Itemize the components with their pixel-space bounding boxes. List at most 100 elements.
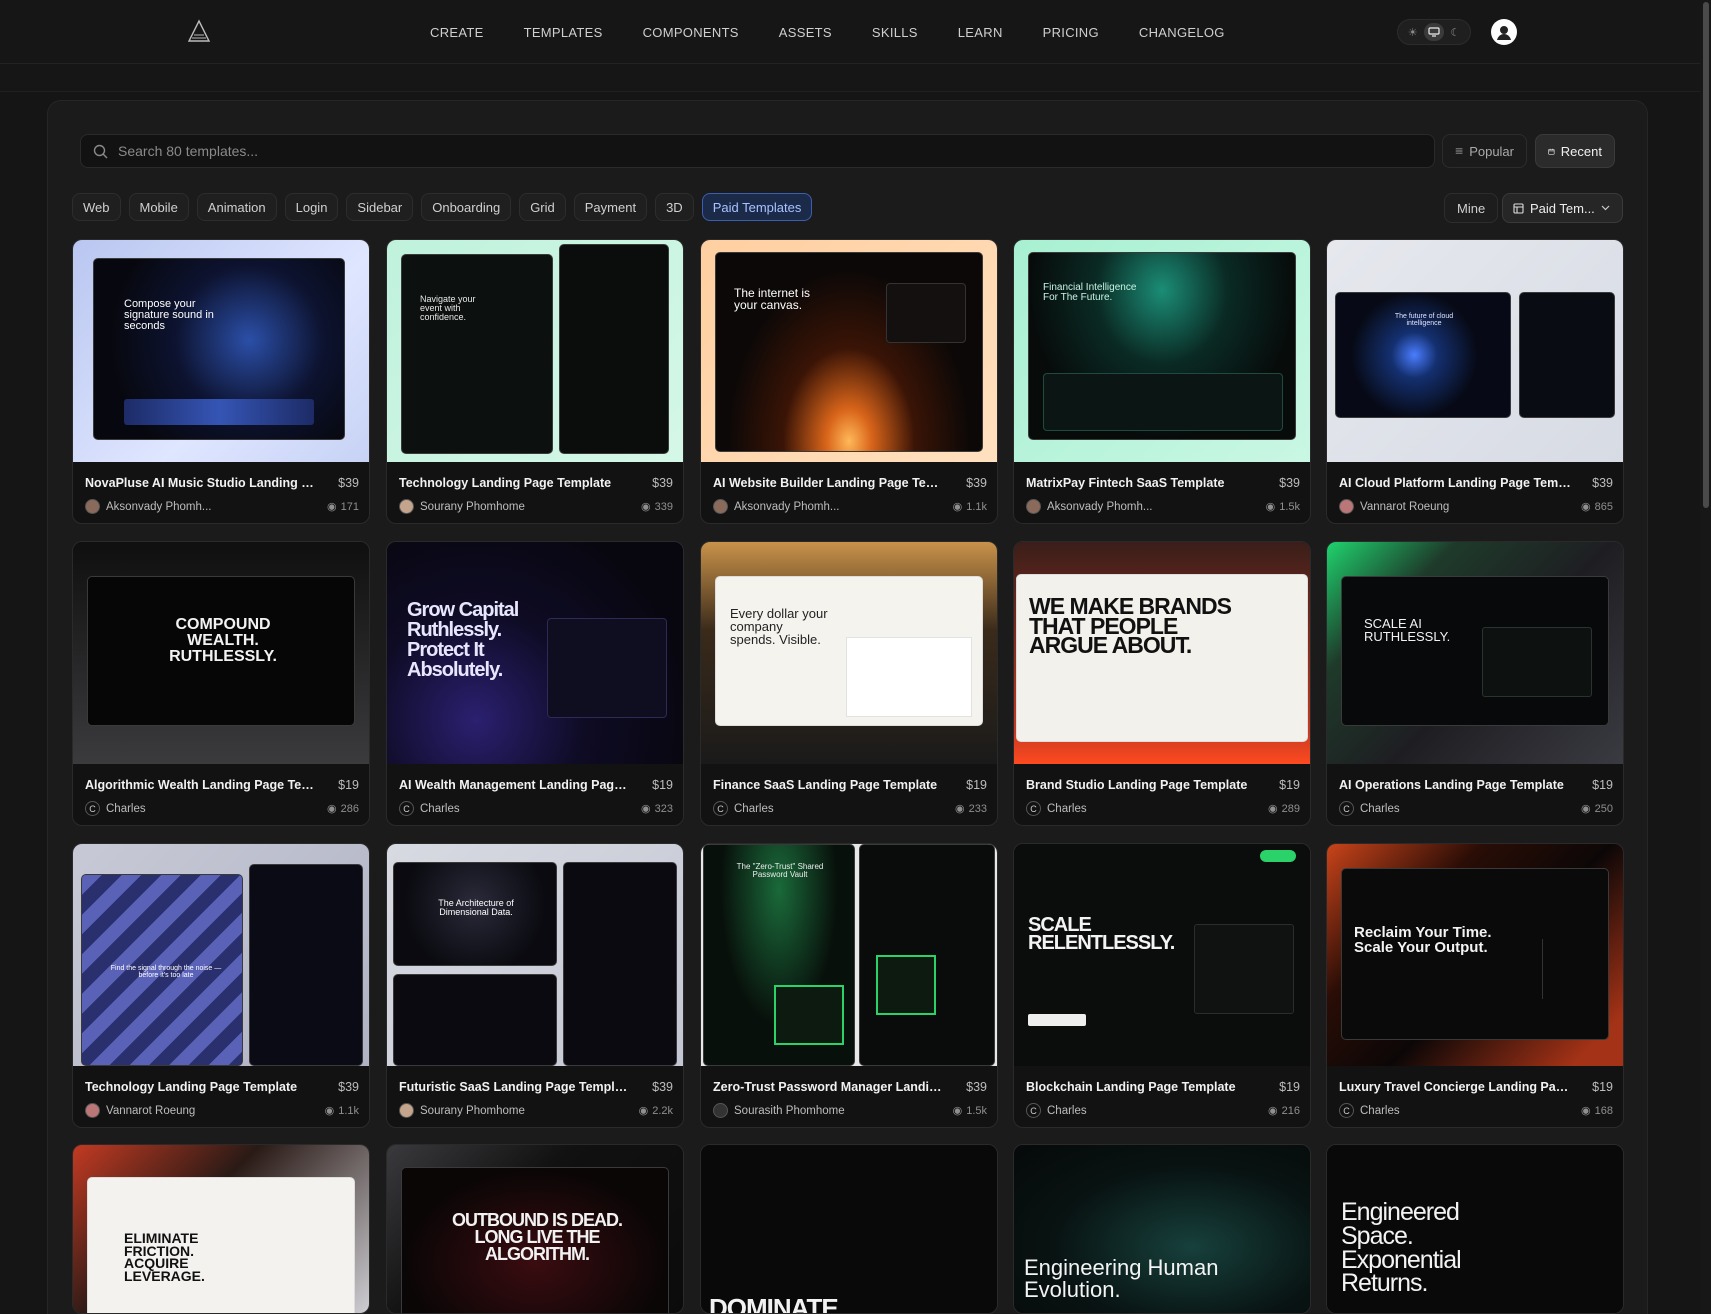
template-card[interactable]: Financial Intelligence For The Future. M… xyxy=(1013,239,1311,524)
logo-icon[interactable] xyxy=(186,18,212,44)
template-price: $19 xyxy=(1592,1080,1613,1094)
author-avatar: C xyxy=(1026,1103,1041,1118)
template-title[interactable]: Algorithmic Wealth Landing Page Template xyxy=(85,778,317,792)
template-card[interactable]: SCALE AI RUTHLESSLY. AI Operations Landi… xyxy=(1326,541,1624,826)
moon-icon[interactable]: ☾ xyxy=(1445,23,1465,41)
chip-login[interactable]: Login xyxy=(284,193,339,221)
template-thumbnail: The "Zero-Trust" Shared Password Vault xyxy=(701,844,997,1066)
template-hero-text: Find the signal through the noise — befo… xyxy=(110,965,222,979)
template-card[interactable]: The "Zero-Trust" Shared Password Vault Z… xyxy=(700,843,998,1128)
author-name: Aksonvady Phomh... xyxy=(106,500,212,513)
chip-payment[interactable]: Payment xyxy=(573,193,648,221)
sun-icon[interactable]: ☀ xyxy=(1403,23,1423,41)
author-avatar: C xyxy=(1339,801,1354,816)
template-card[interactable]: Reclaim Your Time. Scale Your Output. Lu… xyxy=(1326,843,1624,1128)
sort-popular-button[interactable]: Popular xyxy=(1442,134,1527,168)
author-name: Charles xyxy=(1360,802,1400,815)
template-title[interactable]: Technology Landing Page Template xyxy=(85,1080,297,1094)
template-card[interactable]: The internet is your canvas. AI Website … xyxy=(700,239,998,524)
view-count: 1.5k xyxy=(966,1104,987,1117)
template-price: $39 xyxy=(966,476,987,490)
nav-skills[interactable]: SKILLS xyxy=(872,25,918,40)
eye-icon: ◉ xyxy=(641,803,651,815)
template-card[interactable]: The Architecture of Dimensional Data. Fu… xyxy=(386,843,684,1128)
view-count: 339 xyxy=(654,500,673,513)
sort-popular-label: Popular xyxy=(1469,143,1514,159)
chip-animation[interactable]: Animation xyxy=(196,193,277,221)
search-input[interactable] xyxy=(118,143,1418,159)
chip-paid-templates[interactable]: Paid Templates xyxy=(701,193,813,221)
template-title[interactable]: AI Wealth Management Landing Page Te... xyxy=(399,778,631,792)
theme-switcher: ☀ ☾ xyxy=(1397,19,1471,45)
template-title[interactable]: Finance SaaS Landing Page Template xyxy=(713,778,937,792)
template-thumbnail: Reclaim Your Time. Scale Your Output. xyxy=(1327,844,1623,1066)
view-count: 1.5k xyxy=(1279,500,1300,513)
chip-sidebar[interactable]: Sidebar xyxy=(346,193,414,221)
chip-mobile[interactable]: Mobile xyxy=(128,193,189,221)
chip-grid[interactable]: Grid xyxy=(519,193,566,221)
template-title[interactable]: AI Website Builder Landing Page Template xyxy=(713,476,945,490)
template-title[interactable]: NovaPluse AI Music Studio Landing Page..… xyxy=(85,476,317,490)
template-card[interactable]: Find the signal through the noise — befo… xyxy=(72,843,370,1128)
template-card[interactable]: ELIMINATE FRICTION. ACQUIRE LEVERAGE. xyxy=(72,1144,370,1314)
template-card[interactable]: Grow Capital Ruthlessly. Protect It Abso… xyxy=(386,541,684,826)
nav-create[interactable]: CREATE xyxy=(430,25,484,40)
chevron-down-icon xyxy=(1601,205,1610,211)
template-thumbnail: WE MAKE BRANDS THAT PEOPLE ARGUE ABOUT. xyxy=(1014,542,1310,764)
template-card[interactable]: WE MAKE BRANDS THAT PEOPLE ARGUE ABOUT. … xyxy=(1013,541,1311,826)
eye-icon: ◉ xyxy=(952,1105,963,1117)
template-card[interactable]: Engineered Space. Exponential Returns. xyxy=(1326,1144,1624,1314)
monitor-icon[interactable] xyxy=(1423,23,1444,41)
template-title[interactable]: MatrixPay Fintech SaaS Template xyxy=(1026,476,1224,490)
card-info: Blockchain Landing Page Template $19 C Cha… xyxy=(1026,1080,1300,1118)
template-title[interactable]: Technology Landing Page Template xyxy=(399,476,611,490)
nav-components[interactable]: COMPONENTS xyxy=(643,25,739,40)
view-count: 286 xyxy=(340,802,359,815)
template-card[interactable]: Navigate your event with confidence. Tec… xyxy=(386,239,684,524)
main-nav: CREATE TEMPLATES COMPONENTS ASSETS SKILL… xyxy=(430,0,1265,64)
nav-learn[interactable]: LEARN xyxy=(958,25,1003,40)
chip-onboarding[interactable]: Onboarding xyxy=(421,193,512,221)
nav-pricing[interactable]: PRICING xyxy=(1043,25,1099,40)
template-card[interactable]: OUTBOUND IS DEAD. LONG LIVE THE ALGORITH… xyxy=(386,1144,684,1314)
nav-templates[interactable]: TEMPLATES xyxy=(524,25,603,40)
eye-icon: ◉ xyxy=(638,1105,649,1117)
sort-recent-label: Recent xyxy=(1560,143,1602,159)
eye-icon: ◉ xyxy=(955,803,965,815)
top-navigation-bar: CREATE TEMPLATES COMPONENTS ASSETS SKILL… xyxy=(0,0,1711,64)
view-count: 1.1k xyxy=(966,500,987,513)
list-icon xyxy=(1455,148,1463,154)
author-name: Charles xyxy=(1047,1104,1087,1117)
template-title[interactable]: Brand Studio Landing Page Template xyxy=(1026,778,1247,792)
template-title[interactable]: AI Cloud Platform Landing Page Template xyxy=(1339,476,1571,490)
nav-changelog[interactable]: CHANGELOG xyxy=(1139,25,1225,40)
template-card[interactable]: The future of cloud intelligence AI Clou… xyxy=(1326,239,1624,524)
nav-assets[interactable]: ASSETS xyxy=(779,25,832,40)
view-count: 865 xyxy=(1594,500,1613,513)
template-card[interactable]: Engineering Human Evolution. xyxy=(1013,1144,1311,1314)
template-title[interactable]: Blockchain Landing Page Template xyxy=(1026,1080,1236,1094)
card-info: AI Website Builder Landing Page Template… xyxy=(713,476,987,514)
filter-dropdown[interactable]: Paid Tem... xyxy=(1502,193,1623,223)
template-thumbnail: Engineered Space. Exponential Returns. xyxy=(1327,1145,1623,1313)
template-title[interactable]: AI Operations Landing Page Template xyxy=(1339,778,1564,792)
user-avatar[interactable] xyxy=(1491,19,1517,45)
template-card[interactable]: DOMINATE xyxy=(700,1144,998,1314)
card-info: Technology Landing Page Template $39 Vann… xyxy=(85,1080,359,1118)
template-card[interactable]: Every dollar your company spends. Visibl… xyxy=(700,541,998,826)
template-price: $19 xyxy=(966,778,987,792)
mine-button[interactable]: Mine xyxy=(1444,193,1499,223)
template-price: $39 xyxy=(652,1080,673,1094)
template-title[interactable]: Luxury Travel Concierge Landing Page Te.… xyxy=(1339,1080,1571,1094)
template-hero-text: Engineered Space. Exponential Returns. xyxy=(1341,1198,1462,1298)
chip-web[interactable]: Web xyxy=(72,193,121,221)
template-card[interactable]: COMPOUND WEALTH. RUTHLESSLY. Algorithmic… xyxy=(72,541,370,826)
scrollbar-thumb[interactable] xyxy=(1703,2,1709,508)
view-count: 216 xyxy=(1281,1104,1300,1117)
template-title[interactable]: Zero-Trust Password Manager Landing P... xyxy=(713,1080,945,1094)
sort-recent-button[interactable]: Recent xyxy=(1535,134,1615,168)
template-card[interactable]: Compose your signature sound in seconds … xyxy=(72,239,370,524)
template-title[interactable]: Futuristic SaaS Landing Page Template xyxy=(399,1080,631,1094)
chip-3d[interactable]: 3D xyxy=(655,193,694,221)
template-card[interactable]: SCALE RELENTLESSLY. Blockchain Landing P… xyxy=(1013,843,1311,1128)
